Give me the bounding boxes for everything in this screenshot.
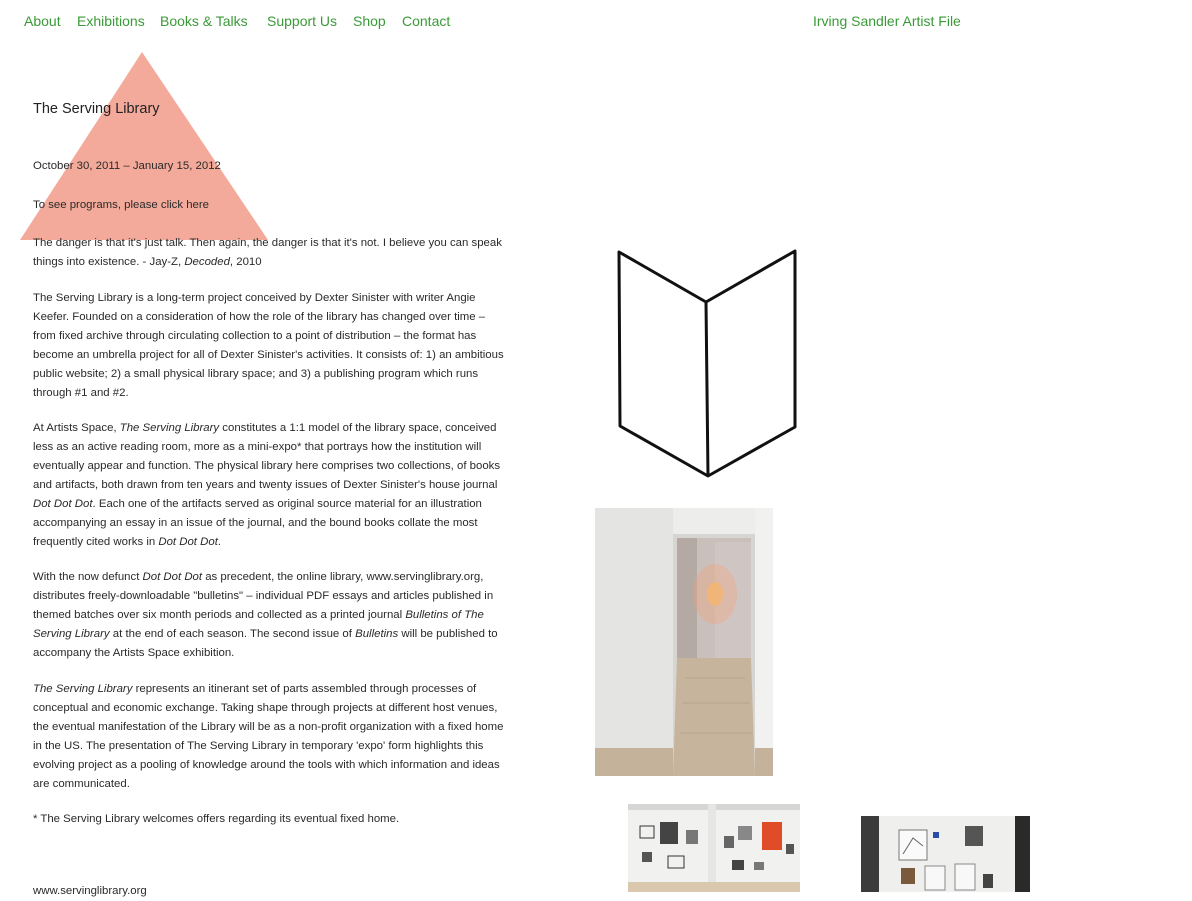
p2-title-dot-dot-dot: Dot Dot Dot: [33, 498, 93, 510]
quote-text: The danger is that it's just talk. Then …: [33, 237, 502, 268]
description-paragraph-1: The Serving Library is a long-term proje…: [33, 292, 504, 399]
nav-link-irving-sandler-artist-file[interactable]: Irving Sandler Artist File: [813, 12, 961, 30]
quote-year: , 2010: [229, 256, 262, 268]
epigraph-quote: The danger is that it's just talk. Then …: [33, 234, 508, 272]
footnote: * The Serving Library welcomes offers re…: [33, 813, 400, 825]
programs-link[interactable]: To see programs, please click here: [33, 196, 508, 215]
nav-link-shop[interactable]: Shop: [353, 12, 386, 30]
nav-link-about[interactable]: About: [24, 12, 61, 30]
p4-text-b: represents an itinerant set of parts ass…: [33, 683, 504, 790]
nav-link-books-talks[interactable]: Books & Talks: [160, 12, 248, 30]
gallery-wall-photo-2: [861, 816, 1030, 892]
nav-link-exhibitions[interactable]: Exhibitions: [77, 12, 145, 30]
gallery-doorway-photo: [595, 508, 773, 776]
description-paragraph-3: With the now defunct Dot Dot Dot as prec…: [33, 568, 508, 663]
description-paragraph-2: At Artists Space, The Serving Library co…: [33, 419, 508, 552]
p2-title-dot-dot-dot-2: Dot Dot Dot: [158, 536, 218, 548]
p3-text-e: at the end of each season. The second is…: [109, 628, 356, 640]
quote-book-title: Decoded: [184, 256, 230, 268]
p3-title-dot-dot-dot: Dot Dot Dot: [142, 571, 203, 583]
exhibition-title: The Serving Library: [33, 101, 160, 117]
open-book-icon: [617, 249, 797, 478]
gallery-wall-photo-1: [628, 804, 800, 892]
p3-title-bulletins: Bulletins: [355, 628, 399, 640]
p3-text-a: With the now defunct: [33, 571, 143, 583]
p2-text-g: .: [217, 536, 222, 548]
p4-title-serving-library: The Serving Library: [33, 683, 133, 695]
p2-text-a: At Artists Space,: [33, 422, 120, 434]
nav-link-support-us[interactable]: Support Us: [267, 12, 337, 30]
exhibition-dates: October 30, 2011 – January 15, 2012: [33, 160, 221, 172]
p2-text-e: . Each one of the artifacts served as or…: [33, 498, 482, 548]
nav-link-contact[interactable]: Contact: [402, 12, 450, 30]
p2-title-serving-library: The Serving Library: [119, 422, 220, 434]
description-paragraph-4: The Serving Library represents an itiner…: [33, 680, 508, 794]
